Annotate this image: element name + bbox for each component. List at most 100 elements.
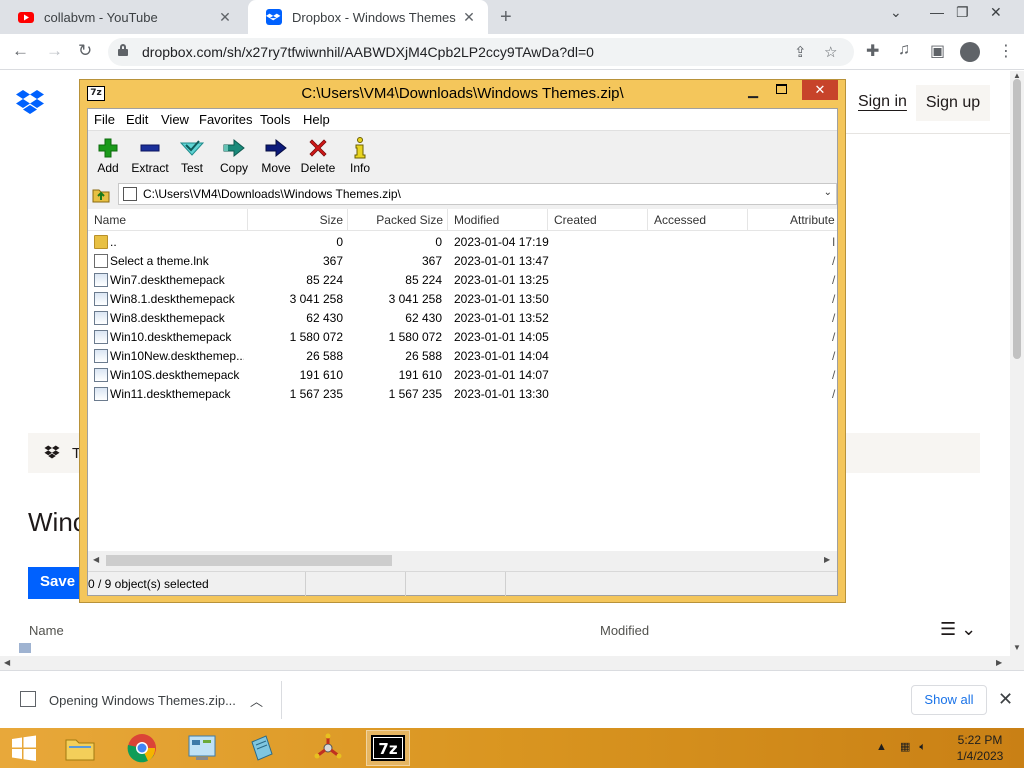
media-control-icon[interactable]: ♫ (898, 41, 910, 59)
scroll-down-icon[interactable]: ▼ (1013, 643, 1021, 652)
close-window-icon[interactable]: ✕ (802, 80, 838, 100)
file-attributes: / (832, 330, 836, 344)
info-button[interactable]: Info (339, 137, 381, 175)
minimize-icon[interactable]: ▁ (748, 83, 758, 99)
taskbar-notepad[interactable] (240, 730, 284, 766)
restore-icon[interactable]: ❐ (956, 4, 969, 21)
file-row[interactable]: Win10.deskthemepack 1 580 072 1 580 072 … (88, 328, 837, 347)
column-header-packed-size[interactable]: Packed Size (348, 209, 448, 231)
dropbox-icon (266, 9, 282, 25)
column-header-accessed[interactable]: Accessed (648, 209, 748, 231)
column-header-created[interactable]: Created (548, 209, 648, 231)
file-row[interactable]: .. 0 0 2023-01-04 17:19 I (88, 233, 837, 252)
taskbar-network-app[interactable] (306, 730, 350, 766)
column-header-name[interactable]: Name (29, 623, 64, 638)
side-panel-icon[interactable]: ▣ (930, 41, 945, 61)
menu-edit[interactable]: Edit (126, 112, 148, 127)
menu-help[interactable]: Help (303, 112, 330, 127)
scroll-right-icon[interactable]: ▶ (824, 555, 830, 564)
notepad-icon (251, 735, 273, 761)
download-status-text[interactable]: Opening Windows Themes.zip... (49, 693, 236, 708)
sign-in-link[interactable]: Sign in (858, 93, 907, 111)
file-size: 1 567 235 (289, 387, 343, 401)
lock-icon[interactable] (118, 44, 128, 56)
menu-favorites[interactable]: Favorites (199, 112, 252, 127)
tab-youtube[interactable]: collabvm - YouTube ✕ (0, 0, 244, 34)
file-row[interactable]: Win8.deskthemepack 62 430 62 430 2023-01… (88, 309, 837, 328)
file-name: Win8.deskthemepack (110, 311, 225, 325)
back-icon[interactable]: ← (12, 41, 29, 61)
network-icon[interactable]: ▦ (900, 741, 910, 753)
file-list-horizontal-scrollbar[interactable]: ◀ ▶ (88, 551, 837, 569)
menu-view[interactable]: View (161, 112, 189, 127)
scroll-left-icon[interactable]: ◀ (4, 658, 10, 667)
close-icon[interactable]: ✕ (998, 689, 1013, 710)
file-list[interactable]: Name Size Packed Size Modified Created A… (88, 209, 837, 551)
chevron-up-icon[interactable]: ︿ (250, 691, 263, 710)
show-all-button[interactable]: Show all (911, 685, 987, 715)
7zip-titlebar[interactable]: 7z C:\Users\VM4\Downloads\Windows Themes… (80, 80, 845, 108)
folder-icon (94, 235, 108, 249)
page-title: Winc (28, 507, 86, 537)
page-vertical-scrollbar[interactable]: ▲ ▼ (1010, 71, 1024, 656)
menu-tools[interactable]: Tools (260, 112, 290, 127)
scroll-thumb[interactable] (106, 555, 392, 566)
column-header-name[interactable]: Name (88, 209, 248, 231)
chevron-down-icon[interactable]: ⌄ (824, 187, 832, 198)
column-header-modified[interactable]: Modified (600, 623, 649, 638)
test-button[interactable]: Test (171, 137, 213, 175)
copy-button[interactable]: Copy (213, 137, 255, 175)
taskbar-clock[interactable]: 5:22 PM 1/4/2023 (948, 732, 1012, 764)
tab-search-icon[interactable]: ⌄ (890, 4, 902, 21)
forward-icon[interactable]: → (46, 41, 63, 61)
file-row[interactable]: Win8.1.deskthemepack 3 041 258 3 041 258… (88, 290, 837, 309)
share-icon[interactable]: ⇪ (794, 43, 807, 61)
reload-icon[interactable]: ↻ (78, 41, 92, 61)
minimize-icon[interactable]: — (930, 4, 944, 20)
column-header-modified[interactable]: Modified (448, 209, 548, 231)
start-button[interactable] (2, 730, 46, 766)
dropbox-logo-icon[interactable] (16, 89, 44, 115)
column-header-attributes[interactable]: Attribute (748, 209, 837, 231)
column-header-size[interactable]: Size (248, 209, 348, 231)
address-bar[interactable]: dropbox.com/sh/x27ry7tfwiwnhil/AABWDXjM4… (108, 38, 854, 66)
control-panel-icon (188, 735, 216, 760)
extract-button[interactable]: Extract (129, 137, 171, 175)
file-row[interactable]: Win10New.deskthemep... 26 588 26 588 202… (88, 347, 837, 366)
move-button[interactable]: Move (255, 137, 297, 175)
file-size: 62 430 (306, 311, 343, 325)
taskbar-chrome[interactable] (120, 730, 164, 766)
file-row[interactable]: Win11.deskthemepack 1 567 235 1 567 235 … (88, 385, 837, 404)
taskbar-7zip[interactable]: 7z (366, 730, 410, 766)
scroll-right-icon[interactable]: ▶ (996, 658, 1002, 667)
menu-kebab-icon[interactable]: ⋮ (998, 41, 1014, 61)
file-row[interactable]: Win10S.deskthemepack 191 610 191 610 202… (88, 366, 837, 385)
profile-avatar[interactable] (960, 42, 980, 62)
file-row[interactable]: Win7.deskthemepack 85 224 85 224 2023-01… (88, 271, 837, 290)
bookmark-star-icon[interactable]: ☆ (824, 43, 837, 61)
show-hidden-icons-icon[interactable]: ▲ (876, 741, 887, 753)
file-name: Select a theme.lnk (110, 254, 209, 268)
delete-button[interactable]: Delete (297, 137, 339, 175)
file-row[interactable]: Select a theme.lnk 367 367 2023-01-01 13… (88, 252, 837, 271)
menu-file[interactable]: File (94, 112, 115, 127)
taskbar-file-explorer[interactable] (58, 730, 102, 766)
page-horizontal-scrollbar[interactable]: ◀ ▶ (0, 656, 1024, 670)
tab-dropbox[interactable]: Dropbox - Windows Themes - Si ✕ (248, 0, 488, 34)
path-combobox[interactable]: C:\Users\VM4\Downloads\Windows Themes.zi… (118, 183, 837, 205)
close-window-icon[interactable]: ✕ (990, 4, 1002, 21)
list-view-menu-icon[interactable]: ☰ ⌄ (940, 619, 976, 640)
extensions-icon[interactable]: ✚ (866, 41, 879, 61)
maximize-icon[interactable] (776, 84, 787, 94)
clock-date: 1/4/2023 (956, 749, 1004, 763)
close-tab-icon[interactable]: ✕ (216, 9, 234, 26)
scroll-left-icon[interactable]: ◀ (93, 555, 99, 564)
add-button[interactable]: Add (87, 137, 129, 175)
sign-up-button[interactable]: Sign up (916, 85, 990, 121)
volume-icon[interactable]: 🔈︎ (919, 741, 926, 753)
folder-up-icon[interactable] (92, 185, 110, 203)
scroll-thumb[interactable] (1013, 79, 1021, 359)
taskbar-control-panel[interactable] (180, 730, 224, 766)
close-tab-icon[interactable]: ✕ (460, 9, 478, 26)
new-tab-icon[interactable]: + (500, 6, 512, 29)
